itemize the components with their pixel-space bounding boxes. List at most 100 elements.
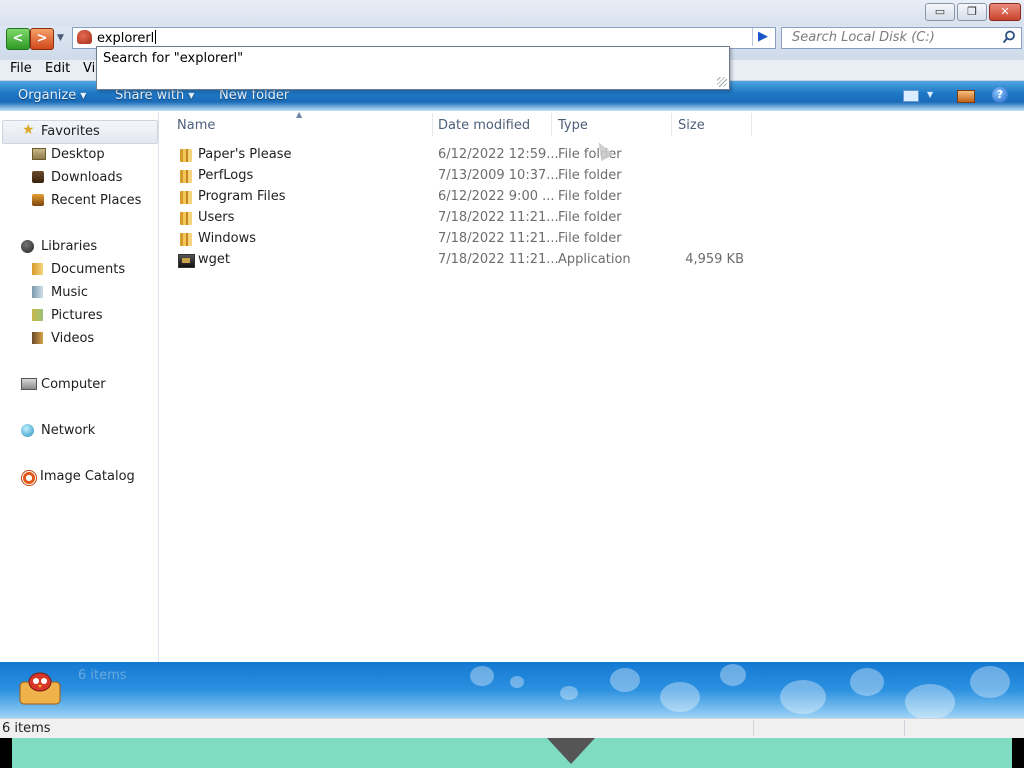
sidebar-item-label: Computer [41,377,106,392]
file-row[interactable]: Windows 7/18/2022 11:21... File folder [172,229,752,250]
desktop-icon [32,148,46,160]
libraries-icon [21,240,34,253]
sidebar-item-label: Videos [51,331,95,346]
column-divider[interactable] [671,113,672,136]
folder-icon [180,149,192,162]
file-date: 6/12/2022 9:00 ... [438,189,555,204]
status-bar: 6 items [0,718,1024,739]
sidebar-item-label: Pictures [51,308,103,323]
address-suggestion-popup: Search for "explorerl" [96,46,730,90]
sidebar-item-label: Recent Places [51,193,142,208]
file-row[interactable]: Users 7/18/2022 11:21... File folder [172,208,752,229]
resize-grip-icon[interactable] [717,77,727,87]
recent-places-icon [32,194,44,206]
column-divider[interactable] [751,113,752,136]
file-type: File folder [558,231,622,246]
new-folder-button[interactable]: New folder [219,88,289,103]
sidebar-item-desktop[interactable]: Desktop [0,144,158,166]
screen-edge [1012,738,1024,768]
file-row[interactable]: Program Files 6/12/2022 9:00 ... File fo… [172,187,752,208]
sidebar-item-label: Image Catalog [40,469,135,484]
back-button[interactable]: < [6,28,30,50]
menu-view[interactable]: Vi [83,61,95,76]
column-header-date-modified[interactable]: Date modified [438,118,530,133]
menu-edit[interactable]: Edit [45,61,70,76]
videos-icon [32,332,43,344]
file-name: wget [198,252,230,267]
folder-icon [180,233,192,246]
sidebar-item-recent-places[interactable]: Recent Places [0,190,158,212]
organize-button[interactable]: Organize ▼ [18,88,86,103]
address-value: explorerl [97,31,155,46]
help-icon[interactable]: ? [992,87,1008,103]
search-placeholder: Search Local Disk (C:) [792,30,935,45]
sidebar-item-pictures[interactable]: Pictures [0,305,158,327]
sidebar-item-downloads[interactable]: Downloads [0,167,158,189]
close-button[interactable]: ✕ [989,3,1021,21]
file-row[interactable]: Paper's Please 6/12/2022 12:59... File f… [172,145,752,166]
column-header-type[interactable]: Type [558,118,588,133]
preview-pane-icon[interactable] [957,90,975,103]
minimize-button[interactable]: ▭ [925,3,955,21]
menu-file[interactable]: File [10,61,32,76]
restore-button[interactable]: ❐ [957,3,987,21]
sidebar-item-label: Documents [51,262,126,277]
folder-icon [180,212,192,225]
column-header-name[interactable]: Name [177,118,215,133]
downloads-icon [32,171,44,183]
desktop-ornament [547,738,595,764]
sidebar-item-videos[interactable]: Videos [0,328,158,350]
star-icon: ★ [22,122,35,138]
pictures-icon [32,309,43,321]
file-name: Users [198,210,235,225]
sidebar-item-favorites[interactable]: ★ Favorites [0,121,158,143]
file-type: File folder [558,210,622,225]
share-with-button[interactable]: Share with ▼ [115,88,194,103]
file-date: 6/12/2022 12:59... [438,147,559,162]
change-view-icon[interactable] [903,90,919,102]
file-type: File folder [558,168,622,183]
file-name: Program Files [198,189,286,204]
column-divider[interactable] [432,113,433,136]
sidebar-item-libraries[interactable]: Libraries [0,236,158,258]
file-date: 7/13/2009 10:37... [438,168,559,183]
sidebar-item-network[interactable]: Network [0,420,158,442]
organize-label: Organize [18,88,77,103]
sidebar-item-image-catalog[interactable]: Image Catalog [0,466,158,488]
sidebar-item-label: Downloads [51,170,123,185]
recent-pages-dropdown-icon[interactable]: ▼ [57,33,64,43]
folder-icon [180,191,192,204]
column-header-size[interactable]: Size [678,118,705,133]
file-row[interactable]: PerfLogs 7/13/2009 10:37... File folder [172,166,752,187]
view-dropdown-icon[interactable]: ▼ [927,90,933,99]
file-name: PerfLogs [198,168,254,183]
app-icon [77,30,92,44]
chevron-down-icon: ▼ [80,91,87,100]
file-type: File folder [558,189,622,204]
sidebar-item-documents[interactable]: Documents [0,259,158,281]
address-input[interactable]: explorerl [97,30,157,47]
search-input[interactable]: Search Local Disk (C:) [781,27,1022,49]
file-row[interactable]: wget 7/18/2022 11:21... Application 4,95… [172,250,752,271]
music-icon [32,286,43,298]
share-with-label: Share with [115,88,185,103]
folder-icon [180,170,192,183]
go-button[interactable]: ▶ [752,28,773,46]
search-suggestion-item[interactable]: Search for "explorerl" [103,51,243,66]
network-icon [21,424,34,437]
desktop-background [0,738,1024,768]
sidebar-item-computer[interactable]: Computer [0,374,158,396]
status-divider [753,720,754,736]
folder-preview-icon [19,672,61,705]
file-date: 7/18/2022 11:21... [438,210,559,225]
sort-ascending-icon: ▲ [296,110,303,119]
search-icon[interactable] [1002,30,1016,44]
file-name: Paper's Please [198,147,292,162]
column-divider[interactable] [551,113,552,136]
image-catalog-icon [21,470,37,486]
forward-button[interactable]: > [30,28,54,50]
title-bar [0,0,1024,26]
sidebar-item-music[interactable]: Music [0,282,158,304]
details-pane [0,662,1024,718]
details-item-count: 6 items [78,668,127,683]
